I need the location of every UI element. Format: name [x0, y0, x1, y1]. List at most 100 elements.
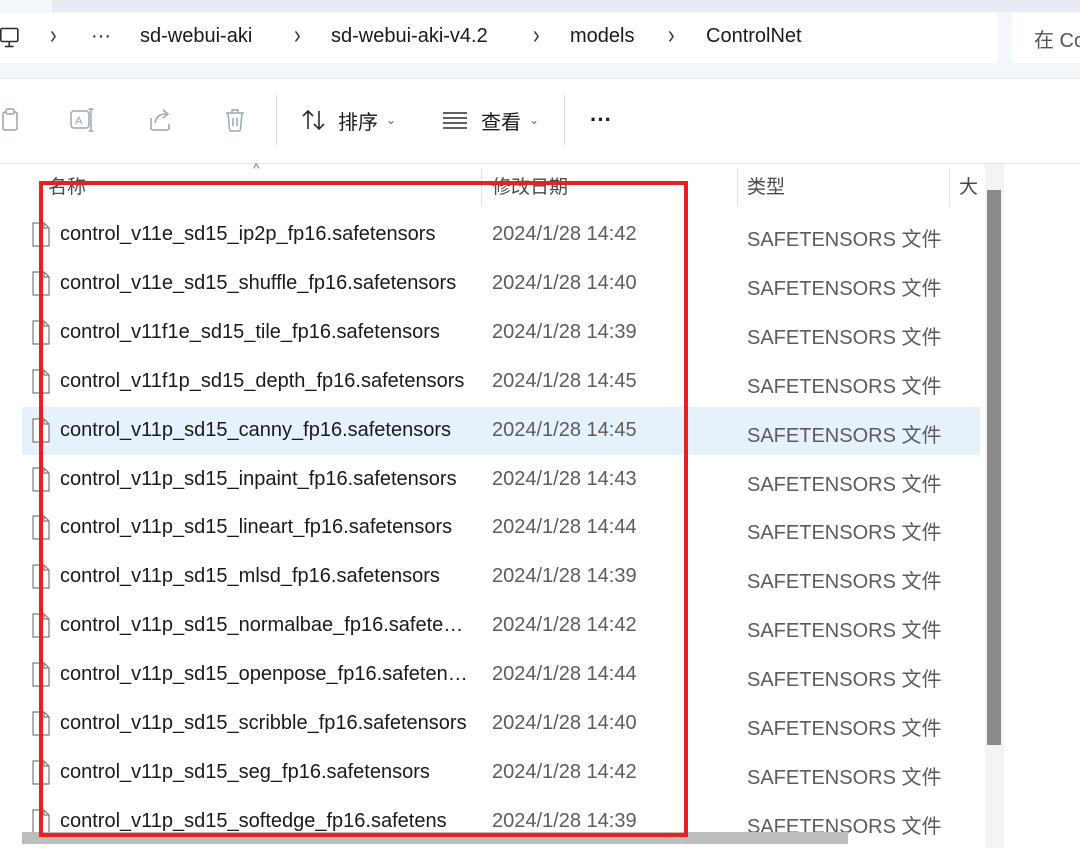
file-row[interactable]: control_v11p_sd15_seg_fp16.safetensors 20… — [22, 749, 980, 797]
toolbar-separator — [276, 95, 277, 145]
file-explorer-window: › ··· sd-webui-aki › sd-webui-aki-v4.2 ›… — [0, 0, 1080, 848]
file-modified-date: 2024/1/28 14:44 — [492, 516, 637, 539]
breadcrumb-item-controlnet[interactable]: ControlNet — [706, 25, 802, 48]
file-name: control_v11p_sd15_openpose_fp16.safetens… — [60, 663, 470, 686]
right-pane — [1004, 164, 1080, 848]
file-modified-date: 2024/1/28 14:40 — [492, 712, 637, 734]
file-type: SAFETENSORS 文件 — [747, 669, 942, 692]
column-header-name[interactable]: 名称 — [48, 172, 86, 199]
file-icon — [32, 564, 50, 589]
copy-icon[interactable] — [0, 105, 24, 135]
sort-label: 排序 — [338, 111, 378, 134]
search-input[interactable]: 在 ControlNet 中搜索 — [1012, 13, 1080, 63]
chevron-right-icon: › — [533, 21, 540, 51]
view-icon — [441, 108, 469, 132]
file-modified-date: 2024/1/28 14:39 — [492, 320, 637, 343]
sort-ascending-icon: ^ — [253, 160, 260, 176]
file-icon — [32, 515, 50, 540]
file-type: SAFETENSORS 文件 — [747, 718, 942, 740]
file-modified-date: 2024/1/28 14:40 — [492, 271, 637, 294]
file-modified-date: 2024/1/28 14:42 — [492, 614, 637, 637]
file-icon — [32, 320, 50, 345]
rename-icon[interactable]: A — [68, 105, 98, 135]
file-type: SAFETENSORS 文件 — [747, 522, 942, 545]
breadcrumb-item-sd-webui-aki[interactable]: sd-webui-aki — [140, 25, 252, 48]
file-row[interactable]: control_v11f1e_sd15_tile_fp16.safetensor… — [22, 309, 980, 357]
column-header: ^ 名称 修改日期 类型 大 — [0, 160, 1000, 206]
file-name: control_v11f1p_sd15_depth_fp16.safetenso… — [60, 369, 465, 392]
file-name: control_v11p_sd15_inpaint_fp16.safetenso… — [60, 467, 457, 490]
file-type: SAFETENSORS 文件 — [747, 473, 942, 496]
column-header-modified[interactable]: 修改日期 — [492, 172, 568, 199]
column-header-type[interactable]: 类型 — [747, 172, 785, 199]
breadcrumb-item-sd-webui-aki-v4-2[interactable]: sd-webui-aki-v4.2 — [331, 25, 488, 48]
file-modified-date: 2024/1/28 14:45 — [492, 369, 637, 392]
more-options-button[interactable]: ··· — [590, 101, 612, 139]
tab-strip-edge — [52, 0, 1080, 12]
file-name: control_v11p_sd15_seg_fp16.safetensors — [60, 760, 430, 783]
file-name: control_v11p_sd15_normalbae_fp16.safeten… — [60, 614, 470, 637]
breadcrumb-item-models[interactable]: models — [570, 25, 634, 48]
file-row[interactable]: control_v11p_sd15_normalbae_fp16.safeten… — [22, 602, 980, 650]
file-row[interactable]: control_v11p_sd15_openpose_fp16.safetens… — [22, 651, 980, 699]
file-name: control_v11p_sd15_mlsd_fp16.safetensors — [60, 565, 440, 588]
file-type: SAFETENSORS 文件 — [747, 375, 942, 398]
file-icon — [32, 417, 50, 443]
command-bar: A 排序 ⌄ 查看 ⌄ ··· — [0, 79, 1080, 164]
file-name: control_v11f1e_sd15_tile_fp16.safetensor… — [60, 320, 440, 343]
column-divider[interactable] — [481, 168, 482, 206]
file-icon — [32, 662, 50, 687]
file-modified-date: 2024/1/28 14:43 — [492, 467, 637, 490]
column-header-size[interactable]: 大 — [959, 172, 978, 199]
file-row[interactable]: control_v11e_sd15_shuffle_fp16.safetenso… — [22, 260, 980, 308]
file-row[interactable]: control_v11p_sd15_inpaint_fp16.safetenso… — [22, 456, 980, 504]
file-row[interactable]: control_v11f1p_sd15_depth_fp16.safetenso… — [22, 358, 980, 406]
breadcrumb-overflow[interactable]: ··· — [91, 25, 111, 48]
share-icon[interactable] — [145, 105, 175, 135]
file-icon — [32, 809, 50, 834]
column-divider[interactable] — [949, 168, 950, 206]
more-icon: ··· — [590, 107, 612, 132]
file-name: control_v11e_sd15_ip2p_fp16.safetensors — [60, 223, 436, 245]
file-modified-date: 2024/1/28 14:44 — [492, 663, 637, 686]
view-button[interactable]: 查看 ⌄ — [441, 101, 539, 139]
view-label: 查看 — [481, 111, 521, 134]
file-icon — [32, 711, 50, 736]
file-icon — [32, 613, 50, 638]
file-name: control_v11p_sd15_lineart_fp16.safetenso… — [60, 516, 453, 539]
chevron-right-icon: › — [668, 21, 675, 51]
file-row[interactable]: control_v11p_sd15_lineart_fp16.safetenso… — [22, 504, 980, 552]
file-row[interactable]: control_v11e_sd15_ip2p_fp16.safetensors 2… — [22, 211, 980, 259]
file-name: control_v11p_sd15_softedge_fp16.safetens — [60, 809, 447, 832]
svg-text:A: A — [75, 115, 83, 127]
chevron-down-icon: ⌄ — [529, 113, 540, 127]
address-band: › ··· sd-webui-aki › sd-webui-aki-v4.2 ›… — [0, 0, 1080, 79]
sort-button[interactable]: 排序 ⌄ — [300, 101, 396, 139]
file-type: SAFETENSORS 文件 — [747, 766, 942, 789]
column-divider[interactable] — [737, 168, 738, 206]
file-icon — [32, 222, 50, 247]
file-name: control_v11p_sd15_canny_fp16.safetensors — [60, 418, 452, 441]
chevron-right-icon: › — [50, 21, 57, 51]
file-type: SAFETENSORS 文件 — [747, 620, 942, 643]
file-modified-date: 2024/1/28 14:39 — [492, 809, 637, 832]
file-modified-date: 2024/1/28 14:42 — [492, 223, 637, 245]
file-row[interactable]: control_v11p_sd15_canny_fp16.safetensors… — [22, 406, 980, 455]
computer-icon[interactable] — [0, 27, 20, 49]
file-type: SAFETENSORS 文件 — [747, 326, 942, 349]
horizontal-scrollbar-thumb[interactable] — [22, 832, 848, 844]
file-modified-date: 2024/1/28 14:39 — [492, 565, 637, 588]
delete-icon[interactable] — [220, 105, 250, 135]
file-type: SAFETENSORS 文件 — [747, 229, 942, 251]
vertical-scrollbar-thumb[interactable] — [987, 190, 1001, 745]
file-row[interactable]: control_v11p_sd15_mlsd_fp16.safetensors 2… — [22, 553, 980, 601]
file-icon — [32, 271, 50, 296]
file-name: control_v11e_sd15_shuffle_fp16.safetenso… — [60, 271, 457, 294]
file-icon — [32, 466, 50, 492]
file-type: SAFETENSORS 文件 — [747, 424, 942, 447]
address-bar[interactable]: › ··· sd-webui-aki › sd-webui-aki-v4.2 ›… — [0, 13, 998, 63]
file-row[interactable]: control_v11p_sd15_scribble_fp16.safetens… — [22, 700, 980, 748]
file-type: SAFETENSORS 文件 — [747, 571, 942, 594]
file-icon — [32, 760, 50, 785]
file-type: SAFETENSORS 文件 — [747, 277, 942, 300]
